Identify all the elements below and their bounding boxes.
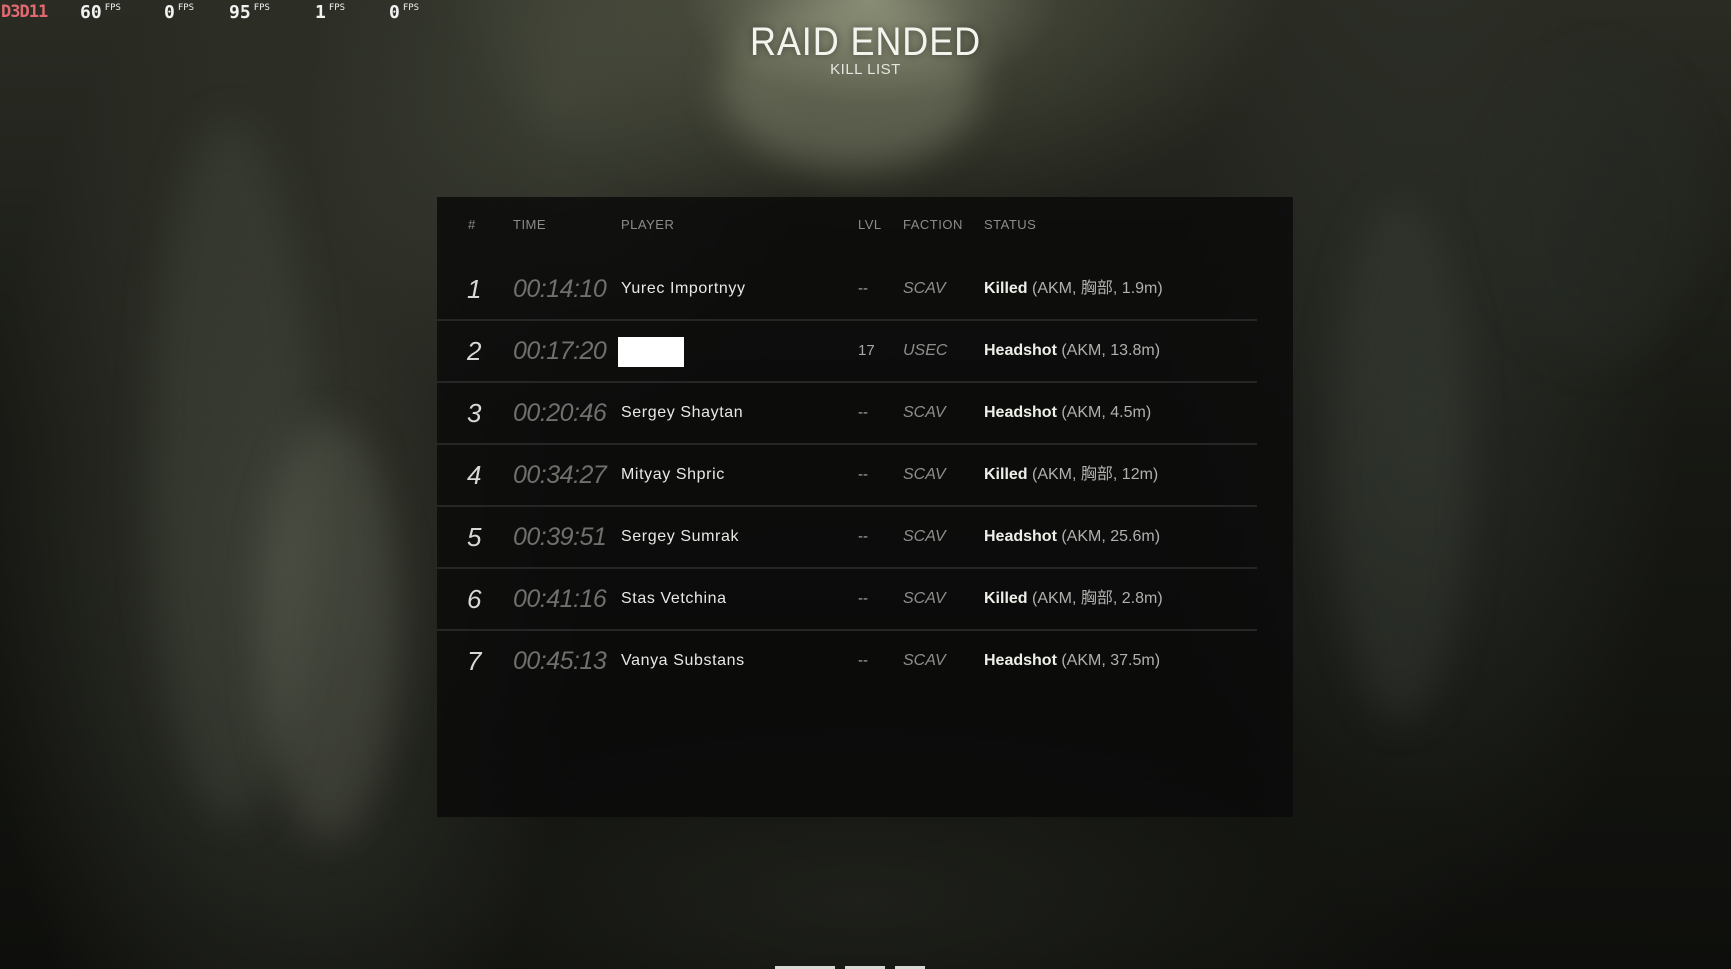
row-faction: SCAV — [903, 528, 946, 545]
row-faction: USEC — [903, 342, 948, 359]
row-level: 17 — [858, 342, 875, 359]
status-type: Headshot — [984, 404, 1057, 421]
row-player: Yurec Importnyy — [621, 280, 746, 297]
status-detail: (AKM, 胸部, 1.9m) — [1027, 280, 1163, 297]
background-shape — [1500, 60, 1700, 360]
background-shape — [150, 120, 310, 820]
column-header-time: TIME — [513, 217, 547, 232]
page-subtitle: KILL LIST — [830, 61, 901, 78]
kill-list-panel: # TIME PLAYER LVL FACTION STATUS 1 00:14… — [437, 197, 1293, 817]
render-api-label: D3D11 — [1, 2, 48, 22]
fps-unit: FPS — [402, 3, 420, 13]
column-header-player: PLAYER — [621, 217, 675, 232]
row-status: Killed (AKM, 胸部, 1.9m) — [984, 259, 1163, 319]
row-faction: SCAV — [903, 280, 946, 297]
row-time: 00:20:46 — [513, 399, 607, 427]
status-type: Headshot — [984, 342, 1057, 359]
row-faction: SCAV — [903, 466, 946, 483]
row-time: 00:17:20 — [513, 337, 607, 365]
row-faction: SCAV — [903, 404, 946, 421]
row-number: 1 — [467, 274, 482, 304]
table-row: 3 00:20:46 Sergey Shaytan -- SCAV Headsh… — [437, 383, 1257, 445]
row-time: 00:14:10 — [513, 275, 607, 303]
row-player: Sergey Shaytan — [621, 404, 744, 421]
status-type: Killed — [984, 590, 1028, 607]
status-detail: (AKM, 13.8m) — [1056, 342, 1161, 359]
status-detail: (AKM, 37.5m) — [1056, 652, 1161, 669]
row-time: 00:45:13 — [513, 647, 607, 675]
row-number: 6 — [467, 584, 482, 614]
row-status: Killed (AKM, 胸部, 2.8m) — [984, 569, 1163, 629]
row-player — [618, 321, 684, 381]
table-row: 2 00:17:20 17 USEC Headshot (AKM, 13.8m) — [437, 321, 1257, 383]
row-number: 5 — [467, 522, 482, 552]
table-row: 7 00:45:13 Vanya Substans -- SCAV Headsh… — [437, 631, 1257, 693]
row-level: -- — [858, 590, 868, 607]
fps-unit: FPS — [104, 3, 121, 13]
column-header-status: STATUS — [984, 217, 1037, 232]
row-faction: SCAV — [903, 590, 946, 607]
row-time: 00:34:27 — [513, 461, 607, 489]
row-level: -- — [858, 404, 868, 421]
row-status: Headshot (AKM, 13.8m) — [984, 321, 1160, 381]
fps-unit: FPS — [177, 3, 195, 13]
status-detail: (AKM, 胸部, 2.8m) — [1027, 590, 1163, 607]
fps-unit: FPS — [328, 3, 346, 13]
table-row: 4 00:34:27 Mityay Shpric -- SCAV Killed … — [437, 445, 1257, 507]
row-level: -- — [858, 280, 868, 297]
redacted-player-name — [618, 336, 684, 367]
row-player: Sergey Sumrak — [621, 528, 740, 545]
table-row: 1 00:14:10 Yurec Importnyy -- SCAV Kille… — [437, 259, 1257, 321]
status-detail: (AKM, 4.5m) — [1056, 404, 1152, 421]
table-header: # TIME PLAYER LVL FACTION STATUS — [437, 217, 1293, 237]
status-detail: (AKM, 25.6m) — [1056, 528, 1161, 545]
fps-unit: FPS — [253, 3, 270, 13]
column-header-faction: FACTION — [903, 217, 963, 232]
row-status: Killed (AKM, 胸部, 12m) — [984, 445, 1158, 505]
table-row: 6 00:41:16 Stas Vetchina -- SCAV Killed … — [437, 569, 1257, 631]
row-faction: SCAV — [903, 652, 946, 669]
status-detail: (AKM, 胸部, 12m) — [1027, 466, 1159, 483]
row-player: Stas Vetchina — [621, 590, 727, 607]
page-title: RAID ENDED — [749, 20, 982, 64]
row-status: Headshot (AKM, 37.5m) — [984, 631, 1160, 691]
table-row: 5 00:39:51 Sergey Sumrak -- SCAV Headsho… — [437, 507, 1257, 569]
row-number: 7 — [467, 646, 482, 676]
column-header-number: # — [468, 217, 476, 232]
row-number: 2 — [467, 336, 482, 366]
column-header-level: LVL — [858, 217, 882, 232]
row-time: 00:41:16 — [513, 585, 607, 613]
row-status: Headshot (AKM, 4.5m) — [984, 383, 1151, 443]
kill-list-rows: 1 00:14:10 Yurec Importnyy -- SCAV Kille… — [437, 259, 1293, 693]
row-level: -- — [858, 528, 868, 545]
status-type: Killed — [984, 280, 1028, 297]
row-player: Vanya Substans — [621, 652, 745, 669]
row-level: -- — [858, 466, 868, 483]
row-level: -- — [858, 652, 868, 669]
row-number: 4 — [467, 460, 482, 490]
background-shape — [1330, 200, 1470, 720]
status-type: Headshot — [984, 652, 1057, 669]
row-status: Headshot (AKM, 25.6m) — [984, 507, 1160, 567]
status-type: Headshot — [984, 528, 1057, 545]
background-shape — [260, 420, 400, 840]
row-player: Mityay Shpric — [621, 466, 725, 483]
row-number: 3 — [467, 398, 482, 428]
row-time: 00:39:51 — [513, 523, 607, 551]
bottom-button-bar[interactable] — [755, 964, 975, 969]
raid-ended-screen: D3D11 60 FPS 0 FPS 95 FPS 1 FPS 0 FPS RAID EN… — [0, 0, 1731, 969]
status-type: Killed — [984, 466, 1028, 483]
